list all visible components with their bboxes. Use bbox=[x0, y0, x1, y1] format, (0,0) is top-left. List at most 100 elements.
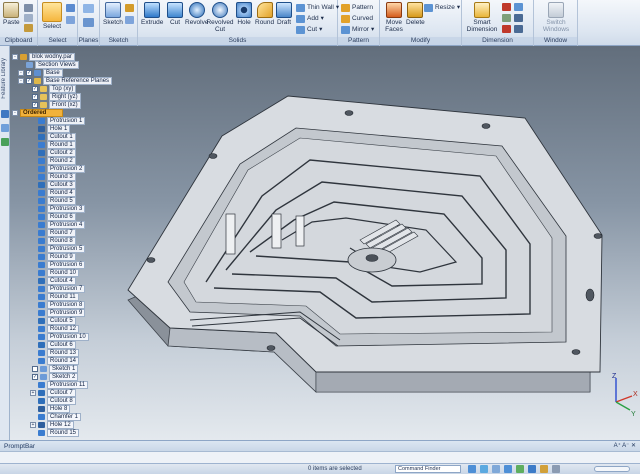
tree-node[interactable]: ✓ Sketch 2 bbox=[24, 373, 79, 381]
tree-node[interactable]: Round 8 bbox=[30, 237, 76, 245]
tree-node[interactable]: ✓ Front (xz) bbox=[24, 101, 81, 109]
visibility-checkbox[interactable]: ✓ bbox=[32, 86, 38, 92]
visibility-checkbox[interactable]: ✓ bbox=[26, 78, 32, 84]
tree-node[interactable]: Protrusion 10 bbox=[30, 333, 89, 341]
tree-node[interactable]: - blok wodny.par bbox=[12, 53, 75, 61]
zoom-area-icon[interactable] bbox=[468, 465, 476, 473]
plane-button[interactable] bbox=[83, 4, 94, 13]
tree-node[interactable]: Cutout 3 bbox=[30, 181, 76, 189]
graphics-viewport[interactable]: Z X Y bbox=[10, 46, 640, 440]
tree-node[interactable]: - Ordered bbox=[12, 109, 64, 117]
visibility-checkbox[interactable] bbox=[32, 366, 38, 372]
hole-button[interactable]: Hole bbox=[236, 2, 252, 26]
tree-node[interactable]: Protrusion 8 bbox=[30, 301, 86, 309]
relate-button[interactable] bbox=[502, 14, 511, 22]
tree-node[interactable]: Hole 8 bbox=[30, 405, 71, 413]
sensors-tab-icon[interactable] bbox=[1, 124, 9, 132]
pattern-button[interactable]: Pattern bbox=[341, 3, 373, 12]
tree-node[interactable]: Round 5 bbox=[30, 197, 76, 205]
format-button[interactable] bbox=[24, 24, 33, 32]
tree-node[interactable]: Round 1 bbox=[30, 141, 76, 149]
tree-node[interactable]: Hole 1 bbox=[30, 125, 71, 133]
view-style-icon[interactable] bbox=[552, 465, 560, 473]
smart-dimension-button[interactable]: Smart Dimension bbox=[466, 2, 498, 33]
collapse-icon[interactable]: - bbox=[18, 78, 24, 84]
collapse-icon[interactable]: - bbox=[18, 70, 24, 76]
pan-icon[interactable] bbox=[504, 465, 512, 473]
delete-button[interactable]: Delete bbox=[406, 2, 425, 26]
select-filter-button[interactable] bbox=[66, 4, 75, 12]
sketch-tool-button[interactable] bbox=[125, 4, 134, 12]
revolve-button[interactable]: Revolve bbox=[185, 2, 208, 26]
command-finder-input[interactable]: Command Finder bbox=[395, 465, 461, 473]
tree-node[interactable]: Round 15 bbox=[30, 429, 80, 437]
copy-button[interactable] bbox=[24, 14, 33, 22]
zoom-icon[interactable] bbox=[480, 465, 488, 473]
tree-node[interactable]: Protrusion 7 bbox=[30, 285, 86, 293]
tree-node[interactable]: Round 12 bbox=[30, 325, 80, 333]
tree-node[interactable]: ✓ Top (xy) bbox=[24, 85, 77, 93]
tree-node[interactable]: Protrusion 3 bbox=[30, 205, 86, 213]
text-dimension-button[interactable] bbox=[514, 14, 523, 22]
distance-dimension-button[interactable] bbox=[502, 3, 511, 11]
tree-node[interactable]: Protrusion 6 bbox=[30, 261, 86, 269]
tree-node[interactable]: Cutout 8 bbox=[30, 397, 76, 405]
dimension-font-button[interactable] bbox=[514, 25, 523, 33]
tree-node[interactable]: Protrusion 9 bbox=[30, 309, 86, 317]
select-button[interactable]: Select bbox=[42, 2, 62, 30]
tree-node[interactable]: Protrusion 2 bbox=[30, 165, 86, 173]
family-tab-icon[interactable] bbox=[1, 138, 9, 146]
tree-node[interactable]: Sketch 1 bbox=[24, 365, 79, 373]
angle-dimension-button[interactable] bbox=[514, 3, 523, 11]
round-button[interactable]: Round bbox=[255, 2, 274, 26]
tree-node[interactable]: Cutout 6 bbox=[30, 341, 76, 349]
fit-icon[interactable] bbox=[492, 465, 500, 473]
tree-node[interactable]: Protrusion 4 bbox=[30, 221, 86, 229]
visibility-checkbox[interactable]: ✓ bbox=[26, 70, 32, 76]
cut-dropdown-button[interactable]: Cut ▾ bbox=[296, 25, 322, 34]
tree-node[interactable]: Cutout 5 bbox=[30, 317, 76, 325]
visibility-checkbox[interactable]: ✓ bbox=[32, 102, 38, 108]
draft-button[interactable]: Draft bbox=[276, 2, 292, 26]
tree-node[interactable]: ✓ Right (yz) bbox=[24, 93, 81, 101]
tree-node[interactable]: Protrusion 5 bbox=[30, 245, 86, 253]
add-button[interactable]: Add ▾ bbox=[296, 14, 324, 23]
tree-node[interactable]: Round 13 bbox=[30, 349, 80, 357]
tree-node[interactable]: Protrusion 1 bbox=[30, 117, 86, 125]
expand-icon[interactable]: + bbox=[30, 422, 36, 428]
tree-node[interactable]: - ✓ Base Reference Planes bbox=[18, 77, 113, 85]
collapse-icon[interactable]: - bbox=[12, 110, 18, 116]
prompt-bar-controls[interactable]: A⁺ A⁻ ✕ bbox=[614, 442, 636, 451]
tree-node[interactable]: Cutout 1 bbox=[30, 133, 76, 141]
tree-node[interactable]: Round 10 bbox=[30, 269, 80, 277]
expand-icon[interactable]: + bbox=[30, 390, 36, 396]
tree-node[interactable]: Round 3 bbox=[30, 173, 76, 181]
select-mode-button[interactable] bbox=[66, 16, 75, 24]
tree-node[interactable]: Cutout 2 bbox=[30, 149, 76, 157]
tree-node[interactable]: Cutout 4 bbox=[30, 277, 76, 285]
tree-node[interactable]: Section Views bbox=[18, 61, 79, 69]
extrude-button[interactable]: Extrude bbox=[141, 2, 163, 26]
dimension-style-button[interactable] bbox=[502, 25, 511, 33]
resize-button[interactable]: Resize ▾ bbox=[424, 3, 460, 12]
switch-windows-button[interactable]: Switch Windows bbox=[540, 2, 572, 33]
tree-node[interactable]: Chamfer 1 bbox=[30, 413, 82, 421]
part-model[interactable] bbox=[10, 46, 640, 440]
project-button[interactable] bbox=[125, 16, 134, 24]
tree-node[interactable]: Round 9 bbox=[30, 253, 76, 261]
cut-clipboard-button[interactable] bbox=[24, 4, 33, 12]
curved-button[interactable]: Curved bbox=[341, 14, 373, 23]
tree-node[interactable]: Round 11 bbox=[30, 293, 79, 301]
tree-node[interactable]: Protrusion 11 bbox=[30, 381, 89, 389]
coordinate-system-button[interactable] bbox=[83, 18, 94, 27]
tree-node[interactable]: Round 14 bbox=[30, 357, 80, 365]
layers-tab-icon[interactable] bbox=[1, 110, 9, 118]
tree-node[interactable]: Round 7 bbox=[30, 229, 76, 237]
move-faces-button[interactable]: Move Faces bbox=[383, 2, 405, 33]
view-slider[interactable] bbox=[594, 466, 630, 472]
visibility-checkbox[interactable]: ✓ bbox=[32, 94, 38, 100]
paste-button[interactable]: Paste bbox=[3, 2, 20, 26]
cut-button[interactable]: Cut bbox=[167, 2, 183, 26]
revolved-cut-button[interactable]: Revolved Cut bbox=[206, 2, 234, 33]
display-style-icon[interactable] bbox=[540, 465, 548, 473]
